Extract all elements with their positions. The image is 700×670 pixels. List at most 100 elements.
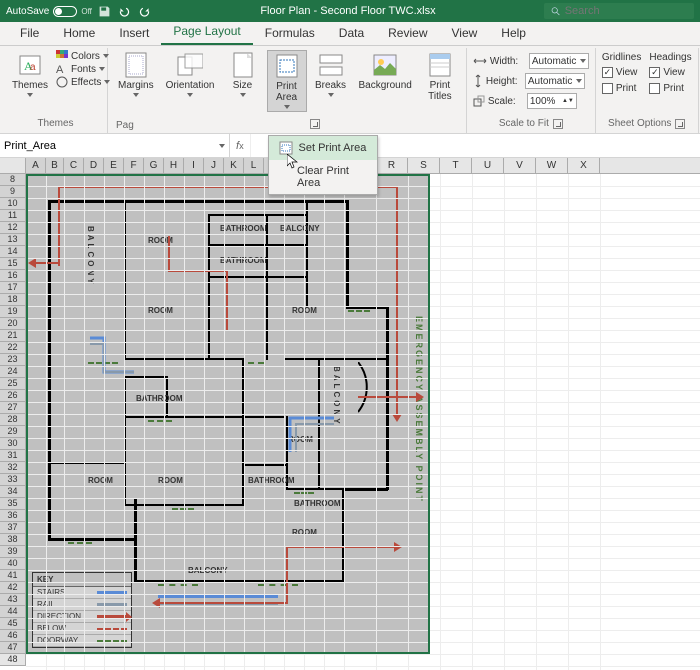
row-header-22[interactable]: 22 <box>0 342 26 354</box>
row-header-48[interactable]: 48 <box>0 654 26 666</box>
row-header-46[interactable]: 46 <box>0 630 26 642</box>
orientation-button[interactable]: Orientation <box>162 50 219 99</box>
tab-formulas[interactable]: Formulas <box>253 22 327 45</box>
row-header-43[interactable]: 43 <box>0 594 26 606</box>
row-header-36[interactable]: 36 <box>0 510 26 522</box>
height-select[interactable]: Automatic <box>525 73 585 89</box>
col-header-C[interactable]: C <box>64 158 84 173</box>
row-header-13[interactable]: 13 <box>0 234 26 246</box>
tab-review[interactable]: Review <box>376 22 439 45</box>
breaks-button[interactable]: Breaks <box>311 50 351 99</box>
gridlines-view-check[interactable]: ✓View <box>602 66 641 79</box>
row-header-10[interactable]: 10 <box>0 198 26 210</box>
row-header-38[interactable]: 38 <box>0 534 26 546</box>
col-header-L[interactable]: L <box>244 158 264 173</box>
col-header-U[interactable]: U <box>472 158 504 173</box>
scale-spinner[interactable]: 100%▲▼ <box>527 93 577 109</box>
colors-button[interactable]: Colors <box>54 50 112 62</box>
gridlines-print-check[interactable]: Print <box>602 82 641 95</box>
row-header-27[interactable]: 27 <box>0 402 26 414</box>
row-header-35[interactable]: 35 <box>0 498 26 510</box>
sheet-options-launcher[interactable] <box>675 119 685 129</box>
row-header-12[interactable]: 12 <box>0 222 26 234</box>
col-header-X[interactable]: X <box>568 158 600 173</box>
margins-button[interactable]: Margins <box>114 50 158 99</box>
grid[interactable]: ROOM ROOM ROOM ROOM ROOM ROOM ROOM BATHR… <box>26 174 700 670</box>
row-header-41[interactable]: 41 <box>0 570 26 582</box>
row-header-47[interactable]: 47 <box>0 642 26 654</box>
select-all-corner[interactable] <box>0 158 26 173</box>
themes-button[interactable]: Aa Themes <box>10 50 50 99</box>
scale-launcher[interactable] <box>553 119 563 129</box>
tab-page-layout[interactable]: Page Layout <box>161 20 252 45</box>
tab-data[interactable]: Data <box>327 22 376 45</box>
col-header-R[interactable]: R <box>376 158 408 173</box>
autosave-toggle[interactable]: AutoSave Off <box>6 6 92 17</box>
row-header-24[interactable]: 24 <box>0 366 26 378</box>
size-button[interactable]: Size <box>223 50 263 99</box>
background-button[interactable]: Background <box>355 50 416 93</box>
tab-view[interactable]: View <box>440 22 490 45</box>
tab-file[interactable]: File <box>8 22 51 45</box>
row-header-16[interactable]: 16 <box>0 270 26 282</box>
row-header-42[interactable]: 42 <box>0 582 26 594</box>
col-header-E[interactable]: E <box>104 158 124 173</box>
effects-button[interactable]: Effects <box>54 76 112 88</box>
col-header-B[interactable]: B <box>46 158 64 173</box>
row-header-40[interactable]: 40 <box>0 558 26 570</box>
row-header-15[interactable]: 15 <box>0 258 26 270</box>
col-header-D[interactable]: D <box>84 158 104 173</box>
print-area-button[interactable]: Print Area Set Print Area Clear Print Ar… <box>267 50 307 112</box>
row-header-18[interactable]: 18 <box>0 294 26 306</box>
row-header-34[interactable]: 34 <box>0 486 26 498</box>
tab-home[interactable]: Home <box>51 22 107 45</box>
tab-help[interactable]: Help <box>489 22 538 45</box>
name-box[interactable] <box>0 134 230 157</box>
col-header-K[interactable]: K <box>224 158 244 173</box>
row-header-44[interactable]: 44 <box>0 606 26 618</box>
row-header-25[interactable]: 25 <box>0 378 26 390</box>
row-header-32[interactable]: 32 <box>0 462 26 474</box>
fx-button[interactable]: fx <box>230 134 250 157</box>
row-header-29[interactable]: 29 <box>0 426 26 438</box>
col-header-A[interactable]: A <box>26 158 46 173</box>
print-titles-button[interactable]: Print Titles <box>420 50 460 104</box>
row-header-30[interactable]: 30 <box>0 438 26 450</box>
headings-print-check[interactable]: Print <box>649 82 691 95</box>
row-header-14[interactable]: 14 <box>0 246 26 258</box>
row-header-31[interactable]: 31 <box>0 450 26 462</box>
undo-icon[interactable] <box>118 4 132 18</box>
row-header-17[interactable]: 17 <box>0 282 26 294</box>
row-header-8[interactable]: 8 <box>0 174 26 186</box>
row-header-21[interactable]: 21 <box>0 330 26 342</box>
row-header-45[interactable]: 45 <box>0 618 26 630</box>
row-header-28[interactable]: 28 <box>0 414 26 426</box>
row-header-33[interactable]: 33 <box>0 474 26 486</box>
col-header-W[interactable]: W <box>536 158 568 173</box>
col-header-G[interactable]: G <box>144 158 164 173</box>
headings-view-check[interactable]: ✓View <box>649 66 691 79</box>
col-header-S[interactable]: S <box>408 158 440 173</box>
col-header-F[interactable]: F <box>124 158 144 173</box>
tab-insert[interactable]: Insert <box>107 22 161 45</box>
fonts-button[interactable]: AFonts <box>54 63 112 75</box>
search-box[interactable] <box>544 3 694 19</box>
set-print-area-item[interactable]: Set Print Area <box>269 136 377 160</box>
col-header-H[interactable]: H <box>164 158 184 173</box>
col-header-J[interactable]: J <box>204 158 224 173</box>
row-header-9[interactable]: 9 <box>0 186 26 198</box>
worksheet[interactable]: ABCDEFGHIJKLMNOPQRSTUVWX 891011121314151… <box>0 158 700 670</box>
row-header-37[interactable]: 37 <box>0 522 26 534</box>
col-header-T[interactable]: T <box>440 158 472 173</box>
row-header-20[interactable]: 20 <box>0 318 26 330</box>
col-header-I[interactable]: I <box>184 158 204 173</box>
page-setup-launcher[interactable] <box>310 119 320 129</box>
row-header-11[interactable]: 11 <box>0 210 26 222</box>
redo-icon[interactable] <box>138 4 152 18</box>
row-header-26[interactable]: 26 <box>0 390 26 402</box>
col-header-V[interactable]: V <box>504 158 536 173</box>
row-header-39[interactable]: 39 <box>0 546 26 558</box>
row-header-19[interactable]: 19 <box>0 306 26 318</box>
search-input[interactable] <box>565 5 688 17</box>
row-header-23[interactable]: 23 <box>0 354 26 366</box>
